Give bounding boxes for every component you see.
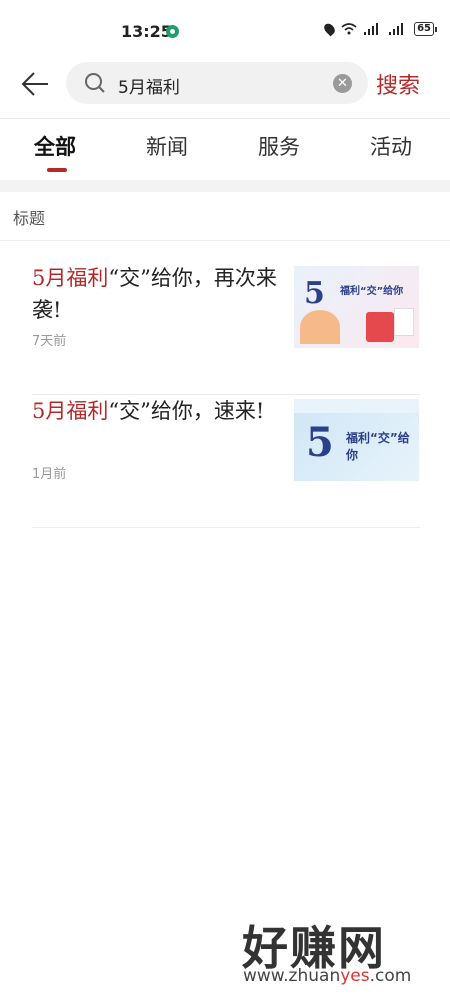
clear-icon[interactable]: ✕	[333, 74, 352, 93]
location-icon	[322, 21, 338, 37]
result-thumbnail: 5 福利“交”给你	[294, 399, 419, 481]
search-icon	[85, 73, 105, 93]
tab-services[interactable]: 服务	[258, 131, 300, 161]
result-thumbnail: 5 福利“交”给你	[294, 266, 419, 348]
tab-activities[interactable]: 活动	[370, 131, 412, 161]
back-button[interactable]	[20, 70, 52, 100]
watermark-url-part: yes	[340, 966, 370, 986]
battery-icon: 65	[414, 22, 437, 36]
signal-icon-2	[389, 23, 407, 35]
divider	[0, 240, 450, 241]
thumbnail-graphic: 5	[306, 419, 334, 466]
status-icons: 65	[322, 21, 437, 37]
wifi-icon	[341, 23, 357, 35]
result-title: 5月福利“交”给你，再次来袭!	[32, 262, 280, 326]
active-tab-indicator	[47, 168, 67, 172]
status-bar: 13:25 65	[0, 0, 450, 62]
result-time: 1月前	[32, 467, 67, 482]
section-label: 标题	[13, 209, 46, 228]
back-arrow-icon	[21, 72, 48, 96]
result-title-highlight: 5月福利	[32, 266, 109, 290]
thumbnail-figure	[300, 310, 340, 344]
divider	[0, 180, 450, 192]
tab-all[interactable]: 全部	[34, 131, 76, 161]
result-title-text: “交”给你，速来!	[108, 399, 265, 423]
watermark-url: www.zhuanyes.com	[243, 966, 411, 986]
thumbnail-banner	[294, 399, 419, 413]
watermark-url-part: .com	[369, 966, 412, 986]
result-title-highlight: 5月福利	[32, 399, 109, 423]
tab-bar: 全部 新闻 服务 活动	[0, 118, 450, 181]
tab-news[interactable]: 新闻	[146, 131, 188, 161]
thumbnail-card	[394, 308, 414, 336]
thumbnail-text: 福利“交”给你	[346, 431, 410, 462]
search-query[interactable]: 5月福利	[118, 73, 180, 98]
thumbnail-graphic: 5	[304, 276, 325, 311]
search-input[interactable]: 5月福利 ✕	[66, 62, 368, 104]
signal-icon	[364, 23, 382, 35]
thumbnail-text: 福利“交”给你	[340, 286, 404, 297]
settings-status-icon	[166, 25, 179, 38]
status-time: 13:25	[121, 22, 172, 41]
watermark-url-part: www.zhuan	[243, 966, 341, 986]
result-time: 7天前	[32, 334, 67, 349]
search-button[interactable]: 搜索	[376, 68, 420, 100]
thumbnail-coupon	[366, 312, 394, 342]
list-item[interactable]: 5月福利“交”给你，再次来袭! 7天前 5 福利“交”给你	[32, 262, 420, 395]
result-title: 5月福利“交”给你，速来!	[32, 395, 280, 427]
list-item[interactable]: 5月福利“交”给你，速来! 1月前 5 福利“交”给你	[32, 395, 420, 528]
